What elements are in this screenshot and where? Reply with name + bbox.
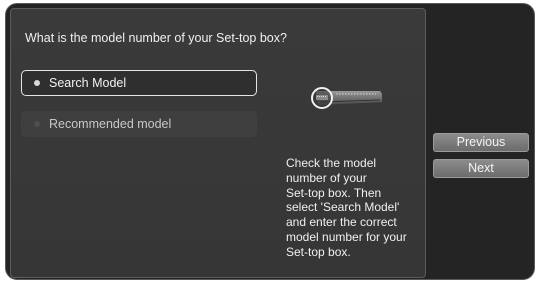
main-panel: What is the model number of your Set-top… — [10, 8, 426, 278]
question-text: What is the model number of your Set-top… — [25, 31, 287, 45]
help-text: Check the model number of your Set-top b… — [286, 156, 407, 259]
option-label: Recommended model — [49, 117, 172, 131]
setup-screen: What is the model number of your Set-top… — [5, 3, 535, 280]
set-top-box-icon — [311, 87, 382, 109]
option-recommended-model[interactable]: Recommended model — [21, 111, 257, 137]
next-button[interactable]: Next — [433, 159, 529, 178]
radio-dot-icon — [34, 80, 40, 86]
radio-dot-icon — [34, 121, 40, 127]
option-label: Search Model — [49, 76, 127, 90]
previous-button[interactable]: Previous — [433, 133, 529, 152]
option-search-model[interactable]: Search Model — [21, 70, 257, 96]
